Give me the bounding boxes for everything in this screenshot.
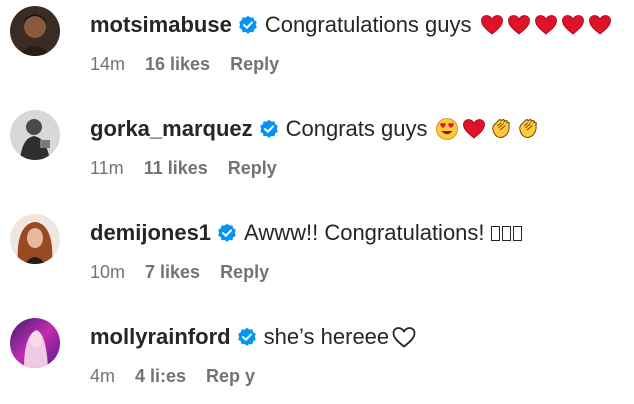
verified-badge-icon (259, 119, 279, 139)
timestamp: 11m (90, 157, 124, 178)
avatar[interactable] (10, 318, 60, 368)
red-heart-icon (561, 13, 585, 37)
likes-count[interactable]: 16 likes (145, 54, 210, 75)
comment-text: she’s hereee (263, 324, 390, 349)
timestamp: 14m (90, 53, 126, 74)
comment-body: gorka_marquez Congrats guys (90, 114, 540, 144)
clapping-hands-icon (489, 117, 513, 141)
avatar[interactable] (10, 6, 60, 56)
red-heart-icon (588, 13, 612, 37)
avatar[interactable] (10, 110, 60, 160)
clapping-hands-icon (516, 117, 540, 141)
heart-eyes-face-icon (435, 117, 459, 141)
reply-button[interactable]: Reply (228, 158, 277, 179)
username-link[interactable]: motsimabuse (90, 10, 232, 40)
avatar[interactable] (10, 214, 60, 264)
comment-item: motsimabuse Congratulations guys 14m 16 … (0, 0, 634, 100)
red-heart-icon (480, 13, 504, 37)
comment-meta: 10m 7 likes Reply (90, 258, 269, 286)
missing-glyph-icon (512, 225, 522, 241)
avatar-image (10, 6, 60, 56)
verified-badge-icon (238, 15, 258, 35)
avatar-image (10, 110, 60, 160)
comment-meta: 11m 11 likes Reply (90, 154, 277, 182)
username-link[interactable]: demijones1 (90, 218, 211, 248)
likes-count[interactable]: 11 likes (144, 158, 208, 179)
comment-item: mollyrainford she’s hereee 4m 4 li:es Re… (0, 312, 634, 404)
reply-button[interactable]: Rep y (206, 366, 255, 387)
white-heart-outline-icon (391, 325, 417, 349)
comment-meta: 4m 4 li:es Rep y (90, 362, 255, 390)
comment-text: Congrats guys (285, 116, 428, 141)
missing-glyph-icon (490, 225, 500, 241)
username-link[interactable]: gorka_marquez (90, 114, 253, 144)
avatar-image (10, 214, 60, 264)
comment-body: mollyrainford she’s hereee (90, 322, 417, 352)
comment-list: motsimabuse Congratulations guys 14m 16 … (0, 0, 634, 404)
comment-text: Awww!! Congratulations! (244, 220, 485, 245)
verified-badge-icon (237, 327, 257, 347)
comment-item: gorka_marquez Congrats guys 11m 11 likes… (0, 104, 634, 204)
red-heart-icon (534, 13, 558, 37)
timestamp: 4m (90, 365, 116, 386)
missing-glyph-icon (501, 225, 511, 241)
red-heart-icon (507, 13, 531, 37)
comment-meta: 14m 16 likes Reply (90, 50, 279, 78)
avatar-image (10, 318, 60, 368)
username-link[interactable]: mollyrainford (90, 322, 231, 352)
reply-button[interactable]: Reply (220, 262, 269, 283)
comment-body: motsimabuse Congratulations guys (90, 10, 612, 40)
comment-text: Congratulations guys (264, 12, 472, 37)
verified-badge-icon (217, 223, 237, 243)
reply-button[interactable]: Reply (230, 54, 279, 75)
likes-count[interactable]: 4 li:es (135, 366, 186, 387)
red-heart-icon (462, 117, 486, 141)
likes-count[interactable]: 7 likes (145, 262, 200, 283)
comment-body: demijones1 Awww!! Congratulations! (90, 218, 522, 248)
timestamp: 10m (90, 261, 126, 282)
comment-item: demijones1 Awww!! Congratulations! 10m 7… (0, 208, 634, 308)
